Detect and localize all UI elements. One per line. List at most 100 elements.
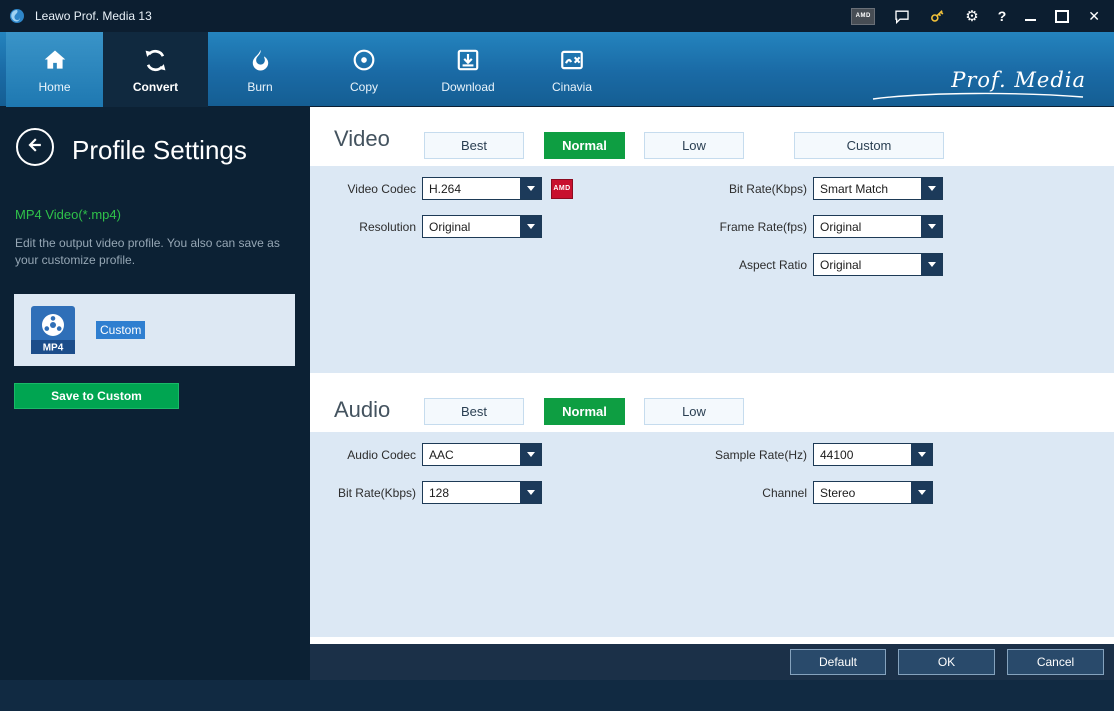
- chevron-down-icon[interactable]: [921, 254, 942, 275]
- dropdown-value: 128: [423, 482, 520, 503]
- profile-description: Edit the output video profile. You also …: [15, 235, 287, 269]
- dropdown-value: H.264: [423, 178, 520, 199]
- profile-name: MP4 Video(*.mp4): [15, 207, 121, 222]
- video-settings-panel: Video Codec H.264 AMD Bit Rate(Kbps) Sma…: [310, 166, 1114, 373]
- app-logo-icon: [9, 7, 27, 25]
- status-strip: [0, 680, 1114, 711]
- resolution-field: Resolution Original: [310, 215, 542, 238]
- chevron-down-icon[interactable]: [911, 482, 932, 503]
- frame-rate-field: Frame Rate(fps) Original: [697, 215, 943, 238]
- video-quality-low-button[interactable]: Low: [644, 132, 744, 159]
- default-button[interactable]: Default: [790, 649, 886, 675]
- titlebar-actions: AMD ⚙ ? ✕: [851, 7, 1114, 25]
- audio-codec-dropdown[interactable]: AAC: [422, 443, 542, 466]
- field-label: Audio Codec: [310, 448, 416, 462]
- channel-field: Channel Stereo: [697, 481, 933, 504]
- video-bitrate-dropdown[interactable]: Smart Match: [813, 177, 943, 200]
- chevron-down-icon[interactable]: [520, 178, 541, 199]
- field-label: Bit Rate(Kbps): [310, 486, 416, 500]
- video-bitrate-field: Bit Rate(Kbps) Smart Match: [697, 177, 943, 200]
- feedback-bubble-icon[interactable]: [894, 7, 910, 25]
- settings-gear-icon[interactable]: ⚙: [965, 7, 978, 25]
- register-key-icon[interactable]: [929, 7, 946, 25]
- amd-badge-icon[interactable]: AMD: [851, 8, 875, 25]
- field-label: Frame Rate(fps): [697, 220, 807, 234]
- video-heading: Video: [334, 126, 390, 152]
- aspect-ratio-field: Aspect Ratio Original: [697, 253, 943, 276]
- brand-logo: Prof. Media: [871, 68, 1086, 102]
- sample-rate-dropdown[interactable]: 44100: [813, 443, 933, 466]
- home-icon: [42, 45, 68, 75]
- svg-text:MP4: MP4: [43, 343, 64, 354]
- audio-settings-panel: Audio Codec AAC Sample Rate(Hz) 44100 Bi…: [310, 432, 1114, 637]
- tab-copy[interactable]: Copy: [312, 32, 416, 107]
- sidebar: Profile Settings MP4 Video(*.mp4) Edit t…: [0, 107, 310, 680]
- minimize-button[interactable]: [1025, 7, 1036, 25]
- convert-icon: [142, 45, 169, 75]
- audio-bitrate-dropdown[interactable]: 128: [422, 481, 542, 504]
- field-label: Bit Rate(Kbps): [697, 182, 807, 196]
- custom-profile-item[interactable]: MP4 Custom: [14, 294, 295, 366]
- audio-codec-field: Audio Codec AAC: [310, 443, 542, 466]
- frame-rate-dropdown[interactable]: Original: [813, 215, 943, 238]
- video-codec-field: Video Codec H.264 AMD: [310, 177, 573, 200]
- audio-quality-normal-button[interactable]: Normal: [544, 398, 625, 425]
- sample-rate-field: Sample Rate(Hz) 44100: [697, 443, 933, 466]
- video-custom-button[interactable]: Custom: [794, 132, 944, 159]
- maximize-button[interactable]: [1055, 7, 1069, 25]
- video-quality-best-button[interactable]: Best: [424, 132, 524, 159]
- chevron-down-icon[interactable]: [921, 216, 942, 237]
- tab-burn[interactable]: Burn: [208, 32, 312, 107]
- window-title: Leawo Prof. Media 13: [35, 9, 152, 23]
- custom-profile-label[interactable]: Custom: [96, 321, 145, 339]
- dropdown-value: 44100: [814, 444, 911, 465]
- chevron-down-icon[interactable]: [520, 216, 541, 237]
- video-quality-normal-button[interactable]: Normal: [544, 132, 625, 159]
- main-nav: Home Convert Burn Copy: [0, 32, 1114, 107]
- tab-cinavia[interactable]: Cinavia: [520, 32, 624, 107]
- tab-label: Download: [441, 80, 494, 94]
- audio-quality-low-button[interactable]: Low: [644, 398, 744, 425]
- titlebar: Leawo Prof. Media 13 AMD ⚙ ? ✕: [0, 0, 1114, 32]
- chevron-down-icon[interactable]: [911, 444, 932, 465]
- field-label: Aspect Ratio: [697, 258, 807, 272]
- page-title: Profile Settings: [72, 135, 247, 166]
- app-window: Leawo Prof. Media 13 AMD ⚙ ? ✕ Home: [0, 0, 1114, 711]
- tab-convert[interactable]: Convert: [103, 32, 208, 107]
- field-label: Resolution: [310, 220, 416, 234]
- cinavia-icon: [559, 45, 585, 75]
- close-button[interactable]: ✕: [1088, 7, 1100, 25]
- audio-quality-best-button[interactable]: Best: [424, 398, 524, 425]
- audio-heading: Audio: [334, 397, 390, 423]
- save-to-custom-button[interactable]: Save to Custom: [14, 383, 179, 409]
- tab-label: Home: [38, 80, 70, 94]
- tab-label: Copy: [350, 80, 378, 94]
- back-arrow-icon: [25, 135, 45, 160]
- back-button[interactable]: [16, 128, 54, 166]
- burn-flame-icon: [248, 45, 273, 75]
- video-codec-dropdown[interactable]: H.264: [422, 177, 542, 200]
- dropdown-value: Smart Match: [814, 178, 921, 199]
- help-icon[interactable]: ?: [998, 7, 1007, 25]
- field-label: Video Codec: [310, 182, 416, 196]
- channel-dropdown[interactable]: Stereo: [813, 481, 933, 504]
- aspect-ratio-dropdown[interactable]: Original: [813, 253, 943, 276]
- resolution-dropdown[interactable]: Original: [422, 215, 542, 238]
- dropdown-value: Original: [814, 254, 921, 275]
- tab-label: Cinavia: [552, 80, 592, 94]
- ok-button[interactable]: OK: [898, 649, 995, 675]
- cancel-button[interactable]: Cancel: [1007, 649, 1104, 675]
- chevron-down-icon[interactable]: [520, 482, 541, 503]
- tab-label: Burn: [247, 80, 272, 94]
- mp4-file-icon: MP4: [31, 306, 75, 359]
- dropdown-value: Original: [814, 216, 921, 237]
- dropdown-value: Stereo: [814, 482, 911, 503]
- chevron-down-icon[interactable]: [520, 444, 541, 465]
- chevron-down-icon[interactable]: [921, 178, 942, 199]
- footer-bar: Default OK Cancel: [310, 644, 1114, 680]
- field-label: Sample Rate(Hz): [697, 448, 807, 462]
- tab-download[interactable]: Download: [416, 32, 520, 107]
- main-panel: Video Best Normal Low Custom Video Codec…: [310, 107, 1114, 680]
- audio-bitrate-field: Bit Rate(Kbps) 128: [310, 481, 542, 504]
- tab-home[interactable]: Home: [6, 32, 103, 107]
